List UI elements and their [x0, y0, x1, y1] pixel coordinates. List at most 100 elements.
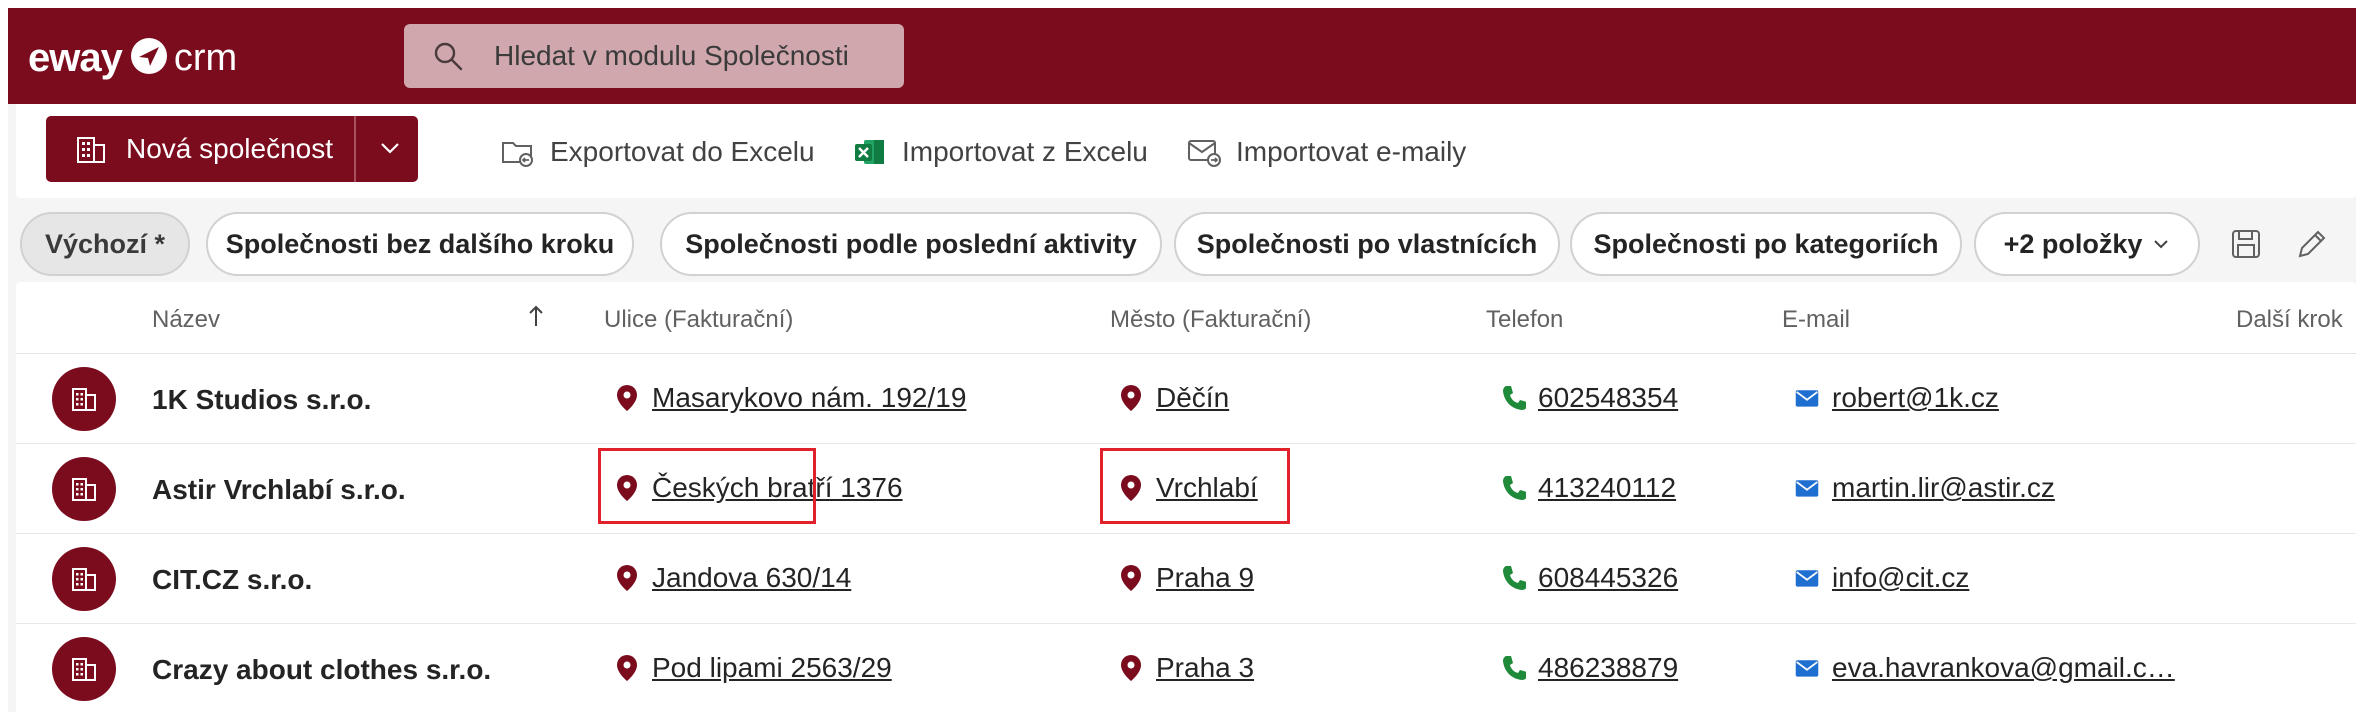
email-icon — [1795, 480, 1819, 497]
phone-link[interactable]: 413240112 — [1538, 472, 1676, 504]
email-icon — [1795, 570, 1819, 587]
chevron-down-icon — [2154, 240, 2169, 249]
search-placeholder: Hledat v modulu Společnosti — [494, 40, 849, 71]
top-bar: eway crm Hledat v modulu Společnosti — [8, 8, 2356, 104]
phone-cell[interactable]: 608445326 — [1500, 560, 1678, 596]
city-cell[interactable]: Děčín — [1118, 380, 1229, 416]
email-cell[interactable]: info@cit.cz — [1794, 560, 1969, 596]
eway-logo[interactable]: eway crm — [28, 34, 237, 82]
email-link[interactable]: martin.lir@astir.cz — [1832, 472, 2055, 504]
email-cell[interactable]: robert@1k.cz — [1794, 380, 1999, 416]
company-avatar — [52, 367, 116, 431]
import-emails-button[interactable]: Importovat e-maily — [1186, 132, 1466, 172]
building-icon — [72, 478, 96, 501]
company-name[interactable]: Astir Vrchlabí s.r.o. — [152, 474, 406, 506]
email-link[interactable]: eva.havrankova@gmail.c… — [1832, 652, 2175, 684]
column-header-city[interactable]: Město (Fakturační) — [1110, 306, 1311, 334]
saved-views-bar: Výchozí * Společnosti bez dalšího kroku … — [8, 204, 2356, 290]
location-pin-icon — [1121, 565, 1141, 591]
phone-link[interactable]: 486238879 — [1538, 652, 1678, 684]
phone-cell[interactable]: 486238879 — [1500, 650, 1678, 686]
excel-icon — [855, 140, 884, 164]
building-icon — [72, 388, 96, 411]
column-header-phone[interactable]: Telefon — [1486, 306, 1563, 334]
new-company-label: Nová společnost — [126, 133, 334, 164]
street-cell[interactable]: Masarykovo nám. 192/19 — [614, 380, 966, 416]
chevron-down-icon[interactable] — [376, 134, 404, 162]
company-name[interactable]: 1K Studios s.r.o. — [152, 384, 371, 416]
search-icon — [434, 42, 463, 71]
city-cell[interactable]: Praha 3 — [1118, 650, 1254, 686]
phone-link[interactable]: 608445326 — [1538, 562, 1678, 594]
column-header-next-step[interactable]: Další krok — [2236, 306, 2343, 334]
street-cell[interactable]: Pod lipami 2563/29 — [614, 650, 892, 686]
street-cell[interactable]: Jandova 630/14 — [614, 560, 851, 596]
phone-icon — [1503, 476, 1526, 500]
export-excel-button[interactable]: Exportovat do Excelu — [500, 132, 815, 172]
command-bar: Nová společnost Exportovat do Excelu Imp… — [16, 104, 2356, 198]
view-without-next-step[interactable]: Společnosti bez dalšího kroku — [206, 212, 634, 276]
company-name[interactable]: Crazy about clothes s.r.o. — [152, 654, 491, 686]
building-icon — [77, 137, 105, 163]
street-link[interactable]: Pod lipami 2563/29 — [652, 652, 892, 684]
split-divider — [354, 116, 356, 182]
folder-export-icon — [502, 142, 533, 167]
email-cell[interactable]: eva.havrankova@gmail.c… — [1794, 650, 2175, 686]
new-company-button[interactable]: Nová společnost — [46, 116, 418, 182]
more-items-label: +2 položky — [2003, 228, 2143, 259]
street-link[interactable]: Jandova 630/14 — [652, 562, 851, 594]
view-more-items[interactable]: +2 položky — [1974, 212, 2200, 276]
logo-mark-icon — [130, 37, 168, 80]
save-view-icon[interactable] — [2228, 226, 2264, 262]
phone-icon — [1503, 566, 1526, 590]
sort-ascending-icon[interactable] — [522, 302, 550, 330]
view-by-last-activity[interactable]: Společnosti podle poslední aktivity — [660, 212, 1162, 276]
email-link[interactable]: robert@1k.cz — [1832, 382, 1999, 414]
email-link[interactable]: info@cit.cz — [1832, 562, 1969, 594]
search-box[interactable]: Hledat v modulu Společnosti — [404, 24, 904, 88]
company-avatar — [52, 547, 116, 611]
logo-text-eway: eway — [28, 35, 123, 80]
location-pin-icon — [617, 565, 637, 591]
phone-link[interactable]: 602548354 — [1538, 382, 1678, 414]
view-default[interactable]: Výchozí * — [20, 212, 190, 276]
export-excel-label: Exportovat do Excelu — [550, 136, 815, 167]
mail-import-icon — [1188, 140, 1221, 167]
city-link[interactable]: Praha 9 — [1156, 562, 1254, 594]
email-icon — [1795, 390, 1819, 407]
city-link[interactable]: Děčín — [1156, 382, 1229, 414]
edit-view-icon[interactable] — [2294, 226, 2330, 262]
city-cell[interactable]: Praha 9 — [1118, 560, 1254, 596]
column-header-email[interactable]: E-mail — [1782, 306, 1850, 334]
building-icon — [72, 658, 96, 681]
view-by-owners[interactable]: Společnosti po vlastnících — [1174, 212, 1560, 276]
logo-text-crm: crm — [173, 36, 238, 79]
company-name[interactable]: CIT.CZ s.r.o. — [152, 564, 312, 596]
phone-cell[interactable]: 413240112 — [1500, 470, 1676, 506]
city-link[interactable]: Praha 3 — [1156, 652, 1254, 684]
table-row[interactable]: Astir Vrchlabí s.r.o. Českých bratří 137… — [16, 444, 2356, 534]
view-by-categories[interactable]: Společnosti po kategoriích — [1570, 212, 1962, 276]
street-link[interactable]: Masarykovo nám. 192/19 — [652, 382, 966, 414]
location-pin-icon — [617, 385, 637, 411]
company-avatar — [52, 457, 116, 521]
company-avatar — [52, 637, 116, 701]
location-pin-icon — [1121, 385, 1141, 411]
location-pin-icon — [1121, 655, 1141, 681]
table-row[interactable]: Crazy about clothes s.r.o. Pod lipami 25… — [16, 624, 2356, 712]
column-header-street[interactable]: Ulice (Fakturační) — [604, 306, 793, 334]
location-pin-icon — [617, 655, 637, 681]
email-cell[interactable]: martin.lir@astir.cz — [1794, 470, 2055, 506]
city-highlight-box — [1100, 448, 1290, 524]
column-header-name[interactable]: Název — [152, 306, 220, 334]
phone-cell[interactable]: 602548354 — [1500, 380, 1678, 416]
table-row[interactable]: CIT.CZ s.r.o. Jandova 630/14 Praha 9 608… — [16, 534, 2356, 624]
table-row[interactable]: 1K Studios s.r.o. Masarykovo nám. 192/19… — [16, 354, 2356, 444]
import-excel-button[interactable]: Importovat z Excelu — [852, 132, 1148, 172]
building-icon — [72, 568, 96, 591]
street-highlight-box — [598, 448, 816, 524]
email-icon — [1795, 660, 1819, 677]
app-window: eway crm Hledat v modulu Společnosti Nov… — [8, 8, 2356, 712]
import-excel-label: Importovat z Excelu — [902, 136, 1148, 167]
phone-icon — [1503, 386, 1526, 410]
